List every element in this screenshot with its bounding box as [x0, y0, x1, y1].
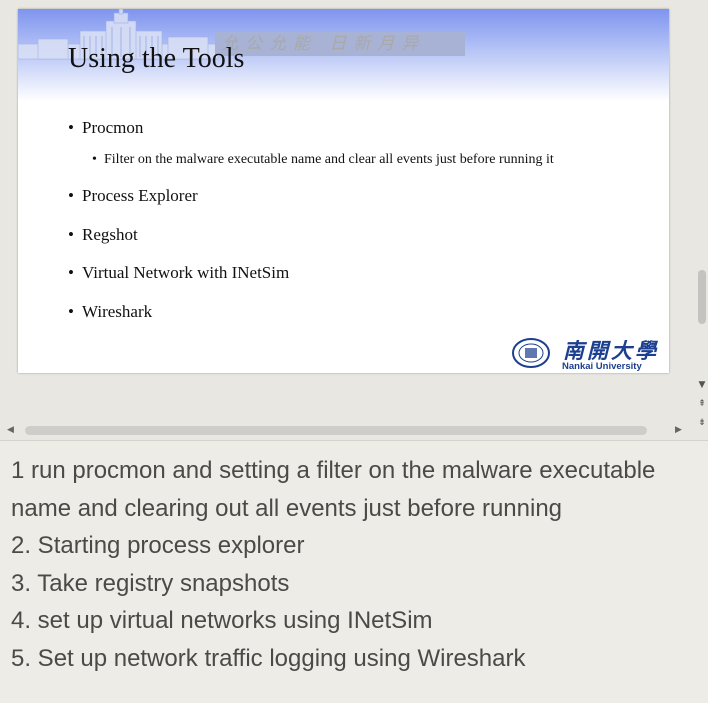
notes-line: 3. Take registry snapshots	[11, 569, 290, 597]
slide-title: Using the Tools	[68, 43, 245, 74]
bullet-text: Process Explorer	[82, 186, 198, 205]
notes-line: 5. Set up network traffic logging using …	[11, 644, 526, 672]
scroll-right-arrow-icon[interactable]: ▶	[675, 424, 682, 436]
bullet-dot: •	[68, 302, 74, 321]
next-slide-icon[interactable]: ⇟	[697, 418, 707, 428]
bullet-dot: •	[68, 118, 74, 137]
sub-bullet-item: • Filter on the malware executable name a…	[92, 152, 554, 168]
notes-line: name and clearing out all events just be…	[11, 494, 563, 522]
slide-pane: 允公允能 日新月异 Using the Tools • Procmon • Filt…	[0, 0, 708, 440]
horizontal-scrollbar-thumb[interactable]	[25, 426, 647, 435]
bullet-text: Regshot	[82, 225, 138, 244]
bullet-dot: •	[68, 225, 74, 244]
bullet-item: • Process Explorer	[68, 186, 198, 206]
bullet-item: • Regshot	[68, 225, 138, 245]
pane-divider[interactable]	[0, 440, 708, 441]
scroll-down-arrow-icon[interactable]: ▼	[697, 380, 707, 390]
bullet-text: Wireshark	[82, 302, 153, 321]
bullet-item: • Procmon	[68, 118, 143, 138]
bullet-item: • Virtual Network with INetSim	[68, 263, 289, 283]
bullet-text: Virtual Network with INetSim	[82, 263, 290, 282]
bullet-dot: •	[68, 186, 74, 205]
bullet-item: • Wireshark	[68, 302, 152, 322]
vertical-scrollbar-thumb[interactable]	[698, 270, 706, 324]
logo-english-text: Nankai University	[562, 361, 642, 372]
notes-line: 1 run procmon and setting a filter on th…	[11, 457, 656, 484]
scroll-left-arrow-icon[interactable]: ◀	[7, 424, 14, 436]
previous-slide-icon[interactable]: ⇞	[697, 399, 707, 409]
notes-line: 4. set up virtual networks using INetSim	[11, 607, 433, 634]
notes-line: 2. Starting process explorer	[11, 532, 305, 559]
university-seal-icon	[512, 338, 550, 368]
bullet-text: Filter on the malware executable name an…	[104, 152, 554, 167]
bullet-dot: •	[68, 263, 74, 282]
bullet-text: Procmon	[82, 118, 144, 137]
bullet-dot: •	[92, 152, 97, 167]
slide[interactable]: 允公允能 日新月异 Using the Tools • Procmon • Filt…	[18, 9, 669, 373]
header-motto: 允公允能 日新月异	[215, 32, 465, 56]
speaker-notes[interactable]: 1 run procmon and setting a filter on th…	[11, 452, 701, 677]
